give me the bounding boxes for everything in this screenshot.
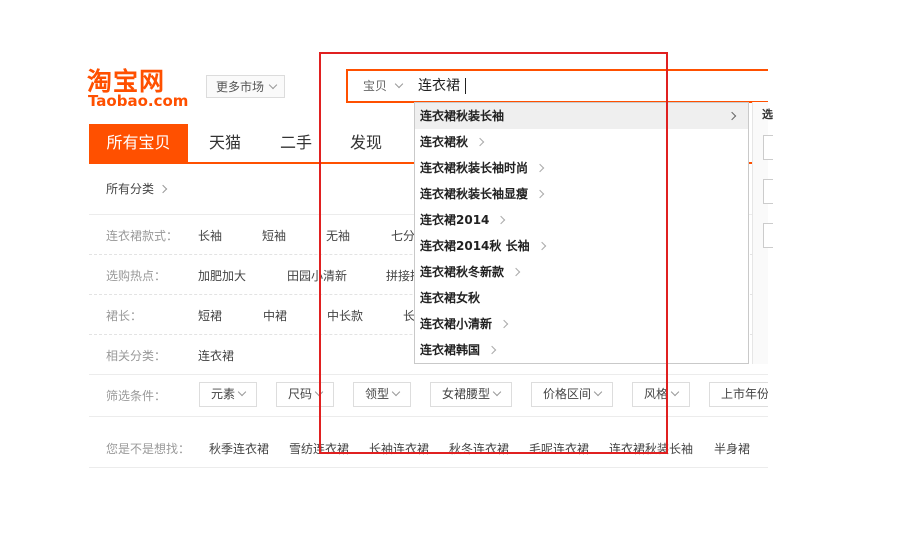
chevron-down-icon	[314, 387, 324, 397]
autocomplete-text: 连衣裙秋装长袖时尚	[420, 161, 529, 175]
dropdown-label: 元素	[210, 387, 235, 401]
dropdown-label: 上市年份	[721, 387, 768, 401]
dropdown-label: 女裙腰型	[441, 387, 490, 401]
side-panel-field[interactable]	[763, 179, 773, 204]
chevron-down-icon	[391, 387, 401, 397]
search-input[interactable]: 连衣裙	[418, 71, 718, 101]
autocomplete-text: 连衣裙秋	[420, 135, 469, 149]
all-categories-label: 所有分类	[106, 182, 155, 196]
filter-dropdown-style[interactable]: 风格	[632, 382, 690, 407]
autocomplete-text: 连衣裙小清新	[420, 317, 493, 331]
autocomplete-item[interactable]: 连衣裙小清新	[415, 311, 748, 337]
filter-option[interactable]: 加肥加大	[198, 267, 246, 284]
filter-label-hot: 选购热点：	[106, 269, 167, 283]
tab-all-items[interactable]: 所有宝贝	[89, 124, 188, 162]
filter-option[interactable]: 中长款	[327, 307, 363, 324]
filter-option[interactable]: 长袖	[198, 227, 222, 244]
filter-dropdown-collar[interactable]: 领型	[353, 382, 411, 407]
chevron-down-icon	[492, 387, 502, 397]
suggestion-link[interactable]: 毛呢连衣裙	[529, 440, 589, 457]
filter-option[interactable]: 连衣裙	[198, 347, 234, 364]
chevron-right-icon	[727, 111, 737, 121]
filter-dropdown-size[interactable]: 尺码	[276, 382, 334, 407]
autocomplete-item[interactable]: 连衣裙秋装长袖显瘦	[415, 181, 748, 207]
chevron-down-icon	[394, 79, 404, 89]
filter-label-style: 连衣裙款式：	[106, 229, 179, 243]
filter-dropdown-price[interactable]: 价格区间	[531, 382, 613, 407]
autocomplete-item[interactable]: 连衣裙韩国	[415, 337, 748, 363]
divider	[89, 467, 768, 468]
dropdown-label: 风格	[643, 387, 668, 401]
search-type-selector[interactable]: 宝贝	[354, 71, 414, 101]
chevron-right-icon	[537, 241, 546, 251]
autocomplete-item[interactable]: 连衣裙秋	[415, 129, 748, 155]
filter-label-related: 相关分类：	[106, 349, 167, 363]
chevron-down-icon	[670, 387, 680, 397]
autocomplete-dropdown: 连衣裙秋装长袖 连衣裙秋 连衣裙秋装长袖时尚 连衣裙秋装长袖显瘦 连衣裙2014…	[414, 102, 749, 364]
side-panel-text: 选	[762, 108, 773, 121]
dropdown-label: 价格区间	[542, 387, 591, 401]
autocomplete-text: 连衣裙韩国	[420, 343, 481, 357]
filter-option[interactable]: 中裙	[263, 307, 287, 324]
dropdown-label: 尺码	[287, 387, 312, 401]
chevron-right-icon	[487, 345, 497, 355]
autocomplete-text: 连衣裙女秋	[420, 291, 481, 305]
chevron-right-icon	[511, 267, 521, 277]
suggestion-link[interactable]: 秋冬连衣裙	[449, 440, 509, 457]
autocomplete-text: 连衣裙2014秋 长袖	[420, 239, 530, 253]
chevron-right-icon	[475, 137, 485, 147]
divider	[89, 374, 768, 375]
more-market-label: 更多市场	[216, 80, 265, 94]
autocomplete-text: 连衣裙秋装长袖显瘦	[420, 187, 529, 201]
tab-tmall[interactable]: 天猫	[195, 124, 255, 162]
filter-option[interactable]: 短裙	[198, 307, 222, 324]
suggestion-link[interactable]: 长袖连衣裙	[369, 440, 429, 457]
text-caret	[465, 78, 466, 94]
tab-discover[interactable]: 发现	[336, 124, 396, 162]
autocomplete-item[interactable]: 连衣裙2014	[415, 207, 748, 233]
filter-option[interactable]: 七分	[391, 227, 415, 244]
filter-dropdown-waist[interactable]: 女裙腰型	[430, 382, 512, 407]
filter-dropdown-element[interactable]: 元素	[199, 382, 257, 407]
chevron-down-icon	[593, 387, 603, 397]
filter-dropdown-year[interactable]: 上市年份	[709, 382, 768, 407]
autocomplete-item[interactable]: 连衣裙秋装长袖	[415, 103, 748, 129]
suggestions-label: 您是不是想找：	[106, 442, 191, 456]
chevron-down-icon	[237, 387, 247, 397]
filter-label-length: 裙长：	[106, 309, 143, 323]
chevron-right-icon	[535, 163, 545, 173]
chevron-right-icon	[499, 319, 509, 329]
autocomplete-text: 连衣裙2014	[420, 213, 490, 227]
autocomplete-item[interactable]: 连衣裙2014秋 长袖	[415, 233, 748, 259]
suggestion-link[interactable]: 半身裙	[714, 440, 750, 457]
autocomplete-text: 连衣裙秋冬新款	[420, 265, 505, 279]
chevron-down-icon	[268, 80, 278, 90]
filter-option[interactable]: 田园小清新	[287, 267, 347, 284]
filter-option[interactable]: 无袖	[326, 227, 350, 244]
search-type-label: 宝贝	[363, 79, 388, 93]
chevron-right-icon	[535, 189, 545, 199]
suggestion-link[interactable]: 雪纺连衣裙	[289, 440, 349, 457]
filter-option[interactable]: 短袖	[262, 227, 286, 244]
suggestion-link[interactable]: 连衣裙秋装长袖	[609, 440, 693, 457]
taobao-logo-text[interactable]: Taobao.com	[88, 92, 188, 110]
autocomplete-item[interactable]: 连衣裙女秋	[415, 285, 748, 311]
side-panel-field[interactable]	[763, 223, 773, 248]
chevron-right-icon	[497, 215, 506, 225]
filter-label-conditions: 筛选条件：	[106, 389, 167, 403]
suggestion-link[interactable]: 秋季连衣裙	[209, 440, 269, 457]
autocomplete-text: 连衣裙秋装长袖	[420, 109, 505, 123]
autocomplete-item[interactable]: 连衣裙秋冬新款	[415, 259, 748, 285]
more-market-dropdown[interactable]: 更多市场	[206, 75, 285, 98]
autocomplete-item[interactable]: 连衣裙秋装长袖时尚	[415, 155, 748, 181]
all-categories-link[interactable]: 所有分类	[106, 180, 168, 197]
dropdown-label: 领型	[364, 387, 389, 401]
side-panel-field[interactable]	[763, 135, 773, 160]
chevron-right-icon	[158, 184, 168, 194]
divider	[89, 416, 768, 417]
tab-second-hand[interactable]: 二手	[266, 124, 326, 162]
